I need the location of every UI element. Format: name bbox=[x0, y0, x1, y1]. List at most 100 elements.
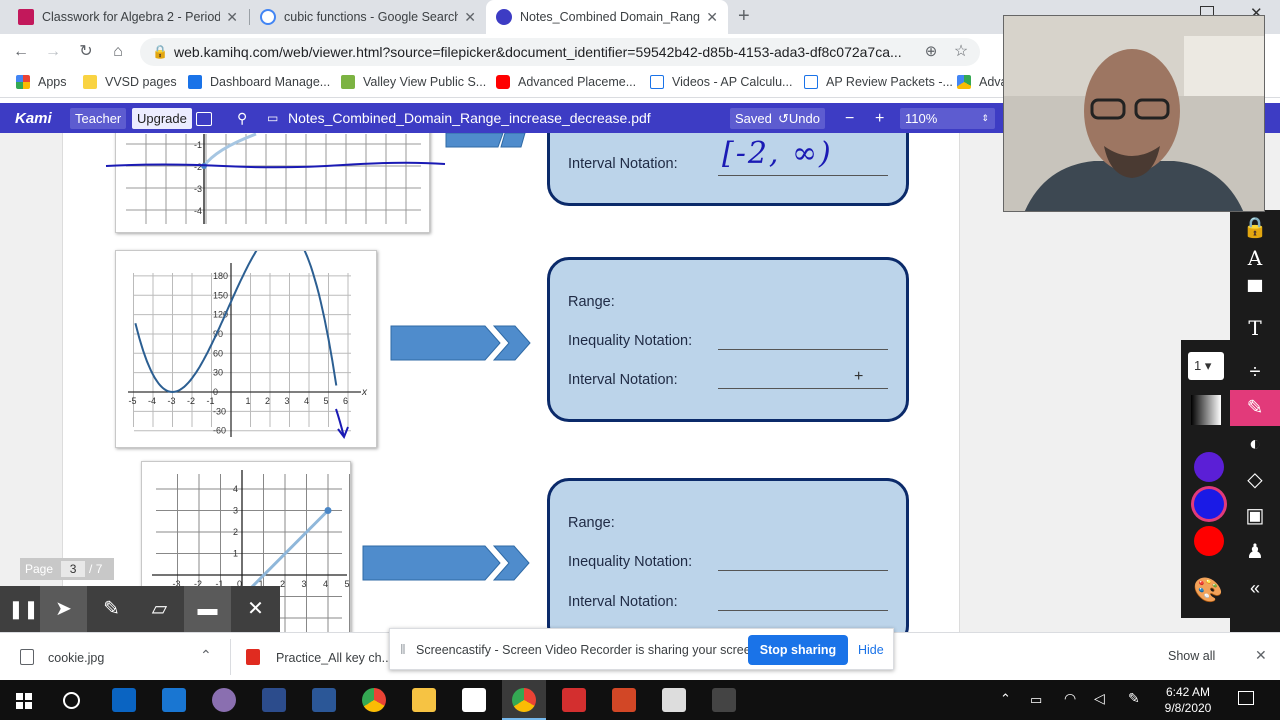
volume-icon[interactable]: ◁ bbox=[1094, 690, 1105, 707]
bookmark-label: Advanced Placeme... bbox=[518, 75, 637, 89]
bookmark-apps[interactable]: Apps bbox=[16, 75, 67, 89]
bookmark-adva[interactable]: Adva bbox=[957, 75, 1008, 89]
page-number-input[interactable]: 3 bbox=[61, 561, 86, 577]
bookmark-advanced-placement[interactable]: Advanced Placeme... bbox=[496, 75, 636, 89]
endpoint bbox=[324, 507, 332, 514]
answer-line[interactable] bbox=[718, 610, 888, 611]
sway-icon[interactable] bbox=[162, 688, 186, 712]
chrome-icon[interactable] bbox=[362, 688, 386, 712]
undo-button[interactable]: ↺Undo bbox=[773, 108, 825, 129]
blue-swatch[interactable] bbox=[1194, 489, 1224, 519]
forward-icon[interactable]: → bbox=[42, 41, 64, 63]
download-item-practice[interactable]: Practice_All key ch....p bbox=[276, 651, 402, 665]
document-title[interactable]: Notes_Combined_Domain_Range_increase_dec… bbox=[283, 108, 656, 129]
bookmark-videos-ap[interactable]: Videos - AP Calculu... bbox=[650, 75, 792, 89]
app-icon[interactable] bbox=[212, 688, 236, 712]
home-icon[interactable]: ⌂ bbox=[107, 41, 129, 63]
upgrade-button[interactable]: Upgrade bbox=[132, 108, 192, 129]
notifications-icon[interactable] bbox=[1238, 691, 1254, 705]
tab-google-search[interactable]: cubic functions - Google Search ✕ bbox=[250, 0, 486, 34]
zoom-select[interactable]: 110% ⇕ bbox=[900, 108, 995, 129]
eraser-icon[interactable]: ◇ bbox=[1230, 462, 1280, 498]
close-icon[interactable]: ✕ bbox=[706, 9, 718, 26]
windows-taskbar: ⌃ ▭ ◠ ◁ ✎ 6:42 AM 9/8/2020 bbox=[0, 680, 1280, 720]
close-icon[interactable]: ✕ bbox=[226, 9, 238, 26]
y-tick: -3 bbox=[194, 184, 202, 194]
pen-icon[interactable]: ✎ bbox=[1128, 690, 1140, 707]
tab-kami-notes[interactable]: Notes_Combined Domain_Range ✕ bbox=[486, 0, 728, 34]
zoom-out-button[interactable]: − bbox=[840, 108, 859, 129]
x-tick-label: 5 bbox=[324, 396, 329, 406]
search-icon[interactable]: ⚲ bbox=[232, 108, 252, 129]
chevron-up-icon[interactable]: ⌃ bbox=[200, 647, 212, 664]
pen-icon[interactable]: ✎ bbox=[88, 586, 135, 632]
size-select[interactable]: 1 ▾ bbox=[1188, 352, 1224, 380]
add-icon[interactable]: ⊕ bbox=[920, 41, 942, 63]
red-swatch[interactable] bbox=[1194, 526, 1224, 556]
outlook-icon[interactable] bbox=[112, 688, 136, 712]
system-clock[interactable]: 6:42 AM 9/8/2020 bbox=[1158, 684, 1218, 716]
eraser-icon[interactable]: ▱ bbox=[136, 586, 183, 632]
comment-icon[interactable]: ▀ bbox=[1230, 274, 1280, 310]
bookmark-dashboard[interactable]: Dashboard Manage... bbox=[188, 75, 330, 89]
windows-start-icon[interactable] bbox=[16, 693, 32, 709]
search-circle-icon[interactable] bbox=[63, 692, 80, 709]
answer-line[interactable] bbox=[718, 570, 888, 571]
star-icon[interactable]: ☆ bbox=[950, 41, 972, 63]
zoom-in-button[interactable]: + bbox=[870, 108, 889, 129]
undo-label: Undo bbox=[788, 111, 820, 126]
hide-button[interactable]: Hide bbox=[858, 643, 884, 657]
download-item-cookie[interactable]: cookie.jpg bbox=[48, 651, 104, 665]
apps-grid-icon bbox=[16, 75, 30, 89]
drag-handle-icon[interactable]: ‖ bbox=[400, 641, 406, 657]
bookmark-ap-review[interactable]: AP Review Packets -... bbox=[804, 75, 953, 89]
bookmark-valley-view[interactable]: Valley View Public S... bbox=[341, 75, 486, 89]
answer-line[interactable] bbox=[718, 388, 888, 389]
zoom-value: 110% bbox=[905, 111, 938, 126]
grid-lines bbox=[126, 134, 421, 224]
new-tab-button[interactable]: + bbox=[738, 5, 750, 28]
purple-swatch[interactable] bbox=[1194, 452, 1224, 482]
pdf-page[interactable]: -1 -2 -3 -4 Interval Notation: [-2, ∞) -… bbox=[62, 133, 960, 633]
tab-classwork[interactable]: Classwork for Algebra 2 - Period ✕ bbox=[8, 0, 248, 34]
back-icon[interactable]: ← bbox=[10, 41, 32, 63]
teacher-button[interactable]: Teacher bbox=[70, 108, 127, 129]
acrobat-icon[interactable] bbox=[562, 688, 586, 712]
battery-icon[interactable]: ▭ bbox=[1030, 692, 1042, 708]
wifi-icon[interactable]: ◠ bbox=[1064, 690, 1076, 707]
word-icon[interactable] bbox=[312, 688, 336, 712]
chevron-up-icon[interactable]: ⌃ bbox=[1000, 691, 1011, 707]
answer-line[interactable] bbox=[718, 175, 888, 176]
opacity-swatch[interactable] bbox=[1191, 395, 1221, 425]
kami-logo[interactable]: Kami bbox=[10, 108, 57, 129]
app-icon[interactable] bbox=[712, 688, 736, 712]
app-icon[interactable] bbox=[662, 688, 686, 712]
split-icon[interactable]: ÷ bbox=[1230, 354, 1280, 390]
draw-tool-icon[interactable]: ✎ bbox=[1230, 390, 1280, 426]
palette-icon[interactable]: 🎨 bbox=[1193, 576, 1223, 605]
close-icon[interactable]: ✕ bbox=[1255, 647, 1267, 664]
sidebar-toggle-icon[interactable] bbox=[196, 112, 212, 126]
shape-icon[interactable]: ◐ bbox=[1230, 426, 1280, 462]
show-all-button[interactable]: Show all bbox=[1168, 649, 1215, 663]
collapse-icon[interactable]: « bbox=[1230, 570, 1280, 606]
stop-sharing-button[interactable]: Stop sharing bbox=[748, 635, 848, 665]
chrome-icon[interactable] bbox=[512, 688, 536, 712]
app-icon[interactable] bbox=[262, 688, 286, 712]
text-style-icon[interactable]: A bbox=[1230, 240, 1280, 276]
cursor-icon[interactable]: ➤ bbox=[40, 586, 87, 632]
answer-line[interactable] bbox=[718, 349, 888, 350]
image-lock-icon[interactable]: ▣ bbox=[1230, 498, 1280, 534]
bookmark-vvsd[interactable]: VVSD pages bbox=[83, 75, 177, 89]
signature-lock-icon[interactable]: ♟ bbox=[1230, 534, 1280, 570]
camera-icon[interactable]: ▬ bbox=[184, 586, 231, 632]
text-icon[interactable]: T bbox=[1230, 310, 1280, 346]
close-icon[interactable]: ✕ bbox=[464, 9, 476, 26]
reload-icon[interactable]: ↻ bbox=[75, 41, 97, 63]
notes-icon[interactable] bbox=[462, 688, 486, 712]
powerpoint-icon[interactable] bbox=[612, 688, 636, 712]
tab-title: Notes_Combined Domain_Range bbox=[520, 10, 701, 24]
close-icon[interactable]: ✕ bbox=[232, 586, 279, 632]
address-bar[interactable]: 🔒 web.kamihq.com/web/viewer.html?source=… bbox=[140, 38, 980, 66]
file-explorer-icon[interactable] bbox=[412, 688, 436, 712]
